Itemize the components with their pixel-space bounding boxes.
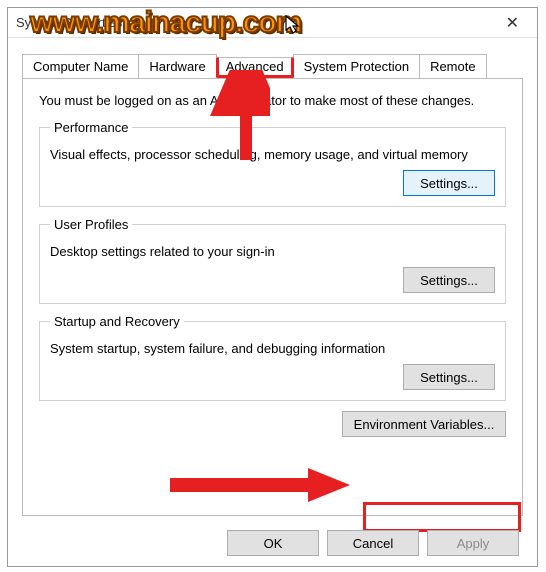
user-profiles-text: Desktop settings related to your sign-in [50, 244, 495, 259]
dialog-button-row: OK Cancel Apply [8, 530, 537, 556]
tab-strip: Computer Name Hardware Advanced System P… [22, 54, 486, 78]
tab-system-protection[interactable]: System Protection [293, 54, 421, 78]
system-properties-window: System Properties ✕ Computer Name Hardwa… [7, 7, 538, 567]
startup-text: System startup, system failure, and debu… [50, 341, 495, 356]
tab-computer-name[interactable]: Computer Name [22, 54, 139, 78]
startup-legend: Startup and Recovery [50, 314, 184, 329]
environment-variables-button[interactable]: Environment Variables... [342, 411, 506, 437]
cursor-icon [285, 15, 303, 37]
user-profiles-legend: User Profiles [50, 217, 132, 232]
close-icon[interactable]: ✕ [496, 11, 529, 35]
ok-button[interactable]: OK [227, 530, 319, 556]
tab-advanced[interactable]: Advanced [216, 57, 294, 78]
performance-text: Visual effects, processor scheduling, me… [50, 147, 495, 162]
group-startup-recovery: Startup and Recovery System startup, sys… [39, 314, 506, 401]
performance-legend: Performance [50, 120, 132, 135]
startup-settings-button[interactable]: Settings... [403, 364, 495, 390]
performance-settings-button[interactable]: Settings... [403, 170, 495, 196]
cancel-button[interactable]: Cancel [327, 530, 419, 556]
annotation-box-env [363, 502, 521, 532]
advanced-tab-panel: You must be logged on as an Administrato… [22, 78, 523, 516]
user-profiles-settings-button[interactable]: Settings... [403, 267, 495, 293]
tab-hardware[interactable]: Hardware [138, 54, 216, 78]
group-performance: Performance Visual effects, processor sc… [39, 120, 506, 207]
tab-remote[interactable]: Remote [419, 54, 487, 78]
titlebar: System Properties ✕ [8, 8, 537, 38]
apply-button: Apply [427, 530, 519, 556]
intro-text: You must be logged on as an Administrato… [39, 93, 506, 108]
window-title: System Properties [16, 15, 122, 30]
group-user-profiles: User Profiles Desktop settings related t… [39, 217, 506, 304]
